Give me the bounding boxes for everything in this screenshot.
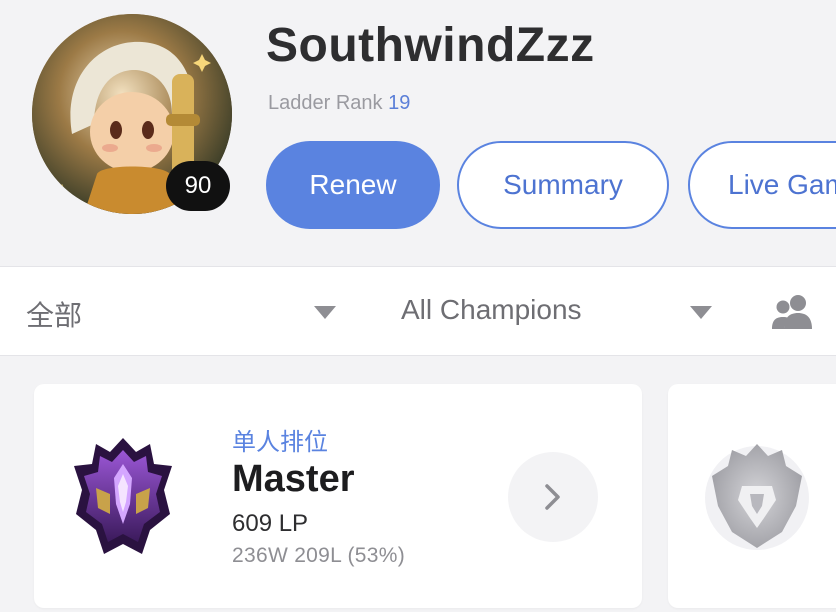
friends-icon[interactable] xyxy=(770,293,816,331)
renew-button[interactable]: Renew xyxy=(266,141,440,229)
league-points: 609 LP xyxy=(232,510,309,537)
tier-name: Master xyxy=(232,458,355,500)
ranked-flex-card[interactable] xyxy=(668,384,836,608)
queue-type-label: 单人排位 xyxy=(232,429,328,456)
caret-down-icon[interactable] xyxy=(314,306,336,319)
profile-page: 90 SouthwindZzz Ladder Rank 19 Renew Sum… xyxy=(0,0,836,612)
ladder-rank-label: Ladder Rank xyxy=(268,92,383,114)
live-game-button[interactable]: Live Game xyxy=(688,141,836,229)
master-emblem-icon xyxy=(74,438,172,554)
win-loss-record: 236W 209L (53%) xyxy=(232,544,405,567)
ranked-detail-button[interactable] xyxy=(508,452,598,542)
chevron-right-icon xyxy=(545,484,560,510)
queue-filter-value[interactable]: 全部 xyxy=(26,294,82,334)
ranked-solo-card[interactable]: 单人排位 Master 609 LP 236W 209L (53%) xyxy=(34,384,642,608)
level-badge: 90 xyxy=(166,161,230,211)
unranked-emblem-icon xyxy=(705,444,809,550)
caret-down-icon[interactable] xyxy=(690,306,712,319)
profile-header: 90 SouthwindZzz Ladder Rank 19 Renew Sum… xyxy=(0,0,836,266)
summary-button[interactable]: Summary xyxy=(457,141,669,229)
ladder-rank: Ladder Rank 19 xyxy=(268,92,410,115)
filter-bar: 全部 All Champions xyxy=(0,266,836,356)
ladder-rank-value: 19 xyxy=(388,92,411,114)
summoner-name: SouthwindZzz xyxy=(266,19,595,72)
champion-filter-value[interactable]: All Champions xyxy=(401,294,582,326)
